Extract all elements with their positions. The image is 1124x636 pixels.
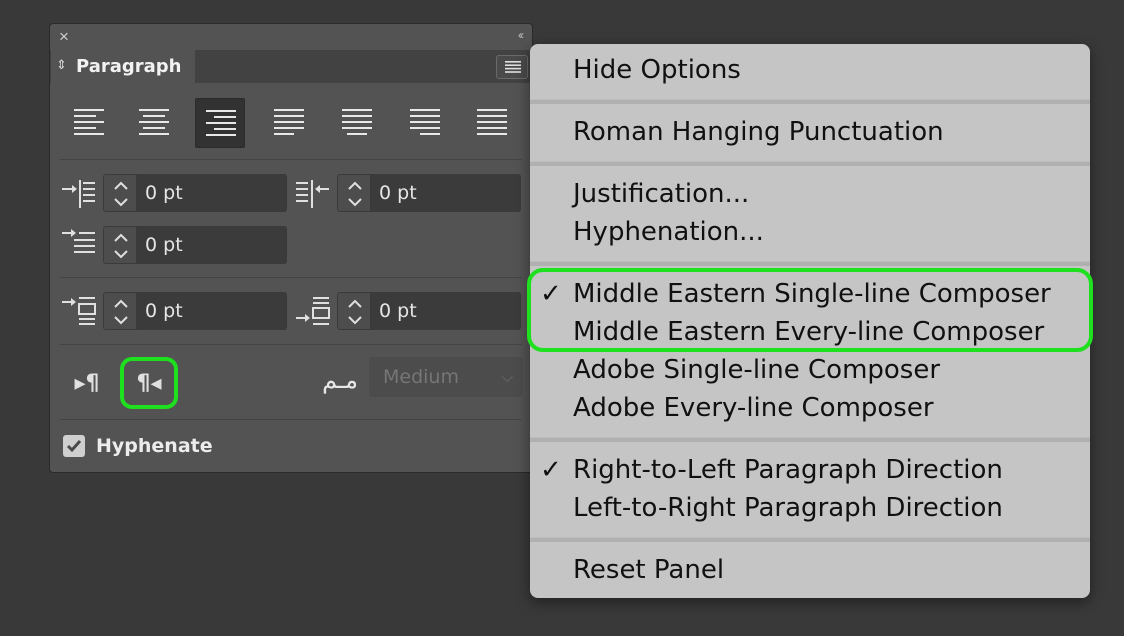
checkmark-icon: ✓ <box>540 455 562 485</box>
panel-tab-bar: ⇕ Paragraph <box>50 50 532 83</box>
stepper-arrows-icon <box>348 181 362 207</box>
tab-paragraph[interactable]: ⇕ Paragraph <box>51 50 195 83</box>
divider <box>60 419 522 420</box>
stepper-arrows-icon <box>114 181 128 207</box>
panel-title-bar[interactable]: × ‹‹ <box>50 24 532 50</box>
menu-separator <box>530 437 1090 442</box>
kashida-select-value: Medium <box>383 366 459 388</box>
justify-last-left-icon <box>274 109 304 135</box>
tab-label: Paragraph <box>76 56 182 77</box>
justify-last-center-button[interactable] <box>332 98 382 148</box>
right-indent-icon <box>296 180 329 208</box>
justify-last-center-icon <box>342 109 372 135</box>
panel-flyout-menu: Hide Options Roman Hanging Punctuation J… <box>527 44 1093 598</box>
left-indent-stepper[interactable] <box>103 174 137 212</box>
justify-all-icon <box>477 109 507 135</box>
first-line-indent-input[interactable]: 0 pt <box>137 226 287 264</box>
checkmark-icon <box>66 440 82 453</box>
space-after-input[interactable]: 0 pt <box>371 292 521 330</box>
right-indent-stepper[interactable] <box>337 174 371 212</box>
first-line-indent-stepper[interactable] <box>103 226 137 264</box>
ltr-direction-button[interactable]: ▸¶ <box>58 359 116 409</box>
menu-item-reset-panel[interactable]: Reset Panel <box>573 553 724 587</box>
kashida-icon: مـم <box>322 366 358 394</box>
menu-item-roman-hanging-punctuation[interactable]: Roman Hanging Punctuation <box>573 115 944 149</box>
align-center-icon <box>139 109 169 135</box>
align-right-button[interactable] <box>195 98 245 148</box>
close-icon[interactable]: × <box>59 27 69 47</box>
justify-last-right-icon <box>410 109 440 135</box>
divider <box>60 159 522 160</box>
hamburger-menu-icon <box>505 61 521 73</box>
panel-menu-button[interactable] <box>496 55 528 79</box>
align-left-button[interactable] <box>64 98 114 148</box>
menu-item-ltr-paragraph-direction[interactable]: Left-to-Right Paragraph Direction <box>573 491 1003 525</box>
kashida-select[interactable]: Medium ⌵ <box>369 357 523 397</box>
updown-arrows-icon[interactable]: ⇕ <box>56 50 67 81</box>
menu-separator <box>530 261 1090 266</box>
justify-last-left-button[interactable] <box>264 98 314 148</box>
space-after-stepper[interactable] <box>337 292 371 330</box>
menu-item-adobe-every-line-composer[interactable]: Adobe Every-line Composer <box>573 391 934 425</box>
justify-last-right-button[interactable] <box>400 98 450 148</box>
menu-item-hyphenation[interactable]: Hyphenation... <box>573 215 764 249</box>
first-line-indent-icon <box>62 229 95 253</box>
hyphenate-label: Hyphenate <box>96 435 213 457</box>
menu-separator <box>530 99 1090 104</box>
composer-highlight-annotation <box>527 268 1093 352</box>
space-before-input[interactable]: 0 pt <box>137 292 287 330</box>
hyphenate-checkbox[interactable] <box>63 435 85 457</box>
space-before-stepper[interactable] <box>103 292 137 330</box>
right-indent-input[interactable]: 0 pt <box>371 174 521 212</box>
menu-item-justification[interactable]: Justification... <box>573 177 749 211</box>
left-indent-input[interactable]: 0 pt <box>137 174 287 212</box>
stepper-arrows-icon <box>114 299 128 325</box>
divider <box>60 277 522 278</box>
align-left-icon <box>74 109 104 135</box>
menu-item-hide-options[interactable]: Hide Options <box>573 53 741 87</box>
stepper-arrows-icon <box>348 299 362 325</box>
paragraph-panel: × ‹‹ ⇕ Paragraph 0 pt 0 pt 0 pt 0 pt 0 p… <box>49 23 533 473</box>
align-right-icon <box>206 110 236 136</box>
divider <box>60 344 522 345</box>
menu-item-adobe-single-line-composer[interactable]: Adobe Single-line Composer <box>573 353 940 387</box>
menu-separator <box>530 161 1090 166</box>
menu-separator <box>530 537 1090 542</box>
align-center-button[interactable] <box>129 98 179 148</box>
space-before-icon <box>62 297 96 325</box>
collapse-panel-icon[interactable]: ‹‹ <box>518 28 524 42</box>
chevron-down-icon: ⌵ <box>501 368 513 386</box>
space-after-icon <box>296 297 330 325</box>
justify-all-button[interactable] <box>467 98 517 148</box>
left-indent-icon <box>62 180 95 208</box>
ltr-paragraph-icon: ▸¶ <box>74 371 100 396</box>
menu-item-rtl-paragraph-direction[interactable]: Right-to-Left Paragraph Direction <box>573 453 1003 487</box>
rtl-highlight-annotation <box>120 357 178 409</box>
stepper-arrows-icon <box>114 233 128 259</box>
